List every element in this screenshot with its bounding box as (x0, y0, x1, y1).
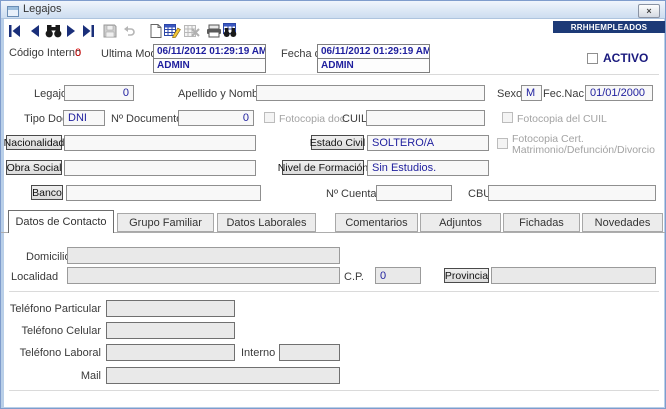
domicilio-field[interactable] (67, 247, 340, 264)
fecha-alta-box: 06/11/2012 01:29:19 AM ADMIN (317, 44, 430, 73)
search-table-icon (222, 23, 239, 38)
cuil-field[interactable] (366, 110, 485, 126)
nro-documento-field[interactable]: 0 (178, 110, 254, 126)
obra-social-field[interactable] (64, 160, 256, 176)
activo-checkbox[interactable] (587, 53, 598, 64)
cp-label: C.P. (344, 271, 364, 283)
fecha-alta-fecha: 06/11/2012 01:29:19 AM (318, 45, 429, 58)
provincia-button[interactable]: Provincia (444, 268, 489, 283)
obra-social-button[interactable]: Obra Social (6, 160, 62, 175)
undo-button (120, 22, 138, 39)
delete-table-icon (184, 24, 200, 38)
estado-civil-button[interactable]: Estado Civil (311, 135, 364, 150)
nacionalidad-button[interactable]: Nacionalidad (6, 135, 62, 150)
last-record-icon (81, 24, 95, 38)
fotocopia-doc-label: Fotocopia doc. (279, 113, 348, 125)
tab-novedades[interactable]: Novedades (582, 213, 663, 232)
tipo-doc-field[interactable]: DNI (63, 110, 105, 126)
localidad-field[interactable] (67, 267, 340, 284)
delete-record-button (183, 22, 201, 39)
next-record-icon (64, 24, 78, 38)
tab-datos-de-contacto[interactable]: Datos de Contacto (8, 210, 114, 233)
ultima-modificacion-fecha: 06/11/2012 01:29:19 AM (154, 45, 265, 58)
telefono-laboral-field[interactable] (106, 344, 235, 361)
localidad-label: Localidad (11, 271, 58, 283)
first-record-icon (8, 24, 22, 38)
edit-record-button[interactable] (163, 22, 181, 39)
legajo-field[interactable]: 0 (64, 85, 134, 101)
edit-table-icon (164, 23, 181, 38)
mail-field[interactable] (106, 367, 340, 384)
last-record-button[interactable] (79, 22, 97, 39)
nivel-formacion-field[interactable]: Sin Estudios. (367, 160, 489, 176)
fecnac-field[interactable]: 01/01/2000 (585, 85, 653, 101)
nro-documento-label: Nº Documento (111, 113, 182, 125)
tab-comentarios[interactable]: Comentarios (335, 213, 418, 232)
nro-cuenta-label: Nº Cuenta (326, 188, 377, 200)
apellido-nombre-label: Apellido y Nombre (178, 88, 268, 100)
tab-adjuntos[interactable]: Adjuntos (420, 213, 501, 232)
printer-icon (206, 24, 222, 38)
title-bar[interactable]: Legajos × (1, 1, 666, 19)
fecha-alta-usuario: ADMIN (318, 58, 429, 72)
first-record-button[interactable] (6, 22, 24, 39)
close-icon: × (646, 7, 651, 16)
apellido-nombre-field[interactable] (256, 85, 485, 101)
table-name-badge: RRHHEMPLEADOS (553, 21, 665, 33)
nro-cuenta-field[interactable] (376, 185, 452, 201)
tab-grupo-familiar[interactable]: Grupo Familiar (117, 213, 214, 232)
telefono-particular-field[interactable] (106, 300, 235, 317)
mail-label: Mail (9, 370, 101, 382)
estado-civil-field[interactable]: SOLTERO/A (367, 135, 489, 151)
fotocopia-cuil-checkbox (502, 112, 513, 123)
legajo-label: Legajo (34, 88, 67, 100)
activo-label: ACTIVO (603, 51, 648, 65)
separator (9, 390, 659, 391)
nivel-formacion-button[interactable]: Nivel de Formación (282, 160, 364, 175)
sexo-field[interactable]: M (521, 85, 542, 101)
close-button[interactable]: × (638, 4, 660, 18)
binoculars-icon (45, 24, 62, 38)
save-button (101, 22, 119, 39)
fotocopia-cert-label: Fotocopia Cert. Matrimonio/Defunción/Div… (512, 134, 655, 156)
previous-record-button[interactable] (26, 22, 44, 39)
telefono-celular-field[interactable] (106, 322, 235, 339)
codigo-interno-label: Código Interno (9, 47, 81, 59)
find-button[interactable] (44, 22, 62, 39)
save-icon (103, 24, 117, 38)
interno-label: Interno (241, 347, 275, 359)
next-record-button[interactable] (62, 22, 80, 39)
codigo-interno-value: 0 (75, 47, 81, 59)
window-title: Legajos (23, 3, 62, 15)
window-icon (7, 4, 19, 22)
telefono-particular-label: Teléfono Particular (9, 303, 101, 315)
sexo-label: Sexo (497, 88, 522, 100)
cbu-field[interactable] (488, 185, 656, 201)
cp-field[interactable]: 0 (375, 267, 421, 284)
banco-field[interactable] (66, 185, 261, 201)
tab-datos-laborales[interactable]: Datos Laborales (217, 213, 316, 232)
nacionalidad-field[interactable] (64, 135, 256, 151)
fecnac-label: Fec.Nac. (543, 88, 587, 100)
banco-button[interactable]: Banco (31, 185, 63, 200)
undo-icon (122, 25, 136, 37)
legajos-window: Legajos × RRHHEMPLEADOS Código Interno 0… (0, 0, 666, 409)
separator (9, 291, 659, 292)
provincia-field[interactable] (491, 267, 656, 284)
fotocopia-cert-checkbox (497, 138, 508, 149)
previous-record-icon (28, 24, 42, 38)
cuil-label: CUIL (342, 113, 367, 125)
tab-fichadas[interactable]: Fichadas (503, 213, 580, 232)
ultima-modificacion-usuario: ADMIN (154, 58, 265, 72)
interno-field[interactable] (279, 344, 340, 361)
ultima-modificacion-box: 06/11/2012 01:29:19 AM ADMIN (153, 44, 266, 73)
search-table-button[interactable] (221, 22, 239, 39)
separator (9, 74, 659, 75)
new-document-icon (150, 24, 162, 38)
telefono-laboral-label: Teléfono Laboral (9, 347, 101, 359)
telefono-celular-label: Teléfono Celular (9, 325, 101, 337)
fotocopia-doc-checkbox (264, 112, 275, 123)
fotocopia-cuil-label: Fotocopia del CUIL (517, 113, 607, 125)
domicilio-label: Domicilio (26, 251, 71, 263)
